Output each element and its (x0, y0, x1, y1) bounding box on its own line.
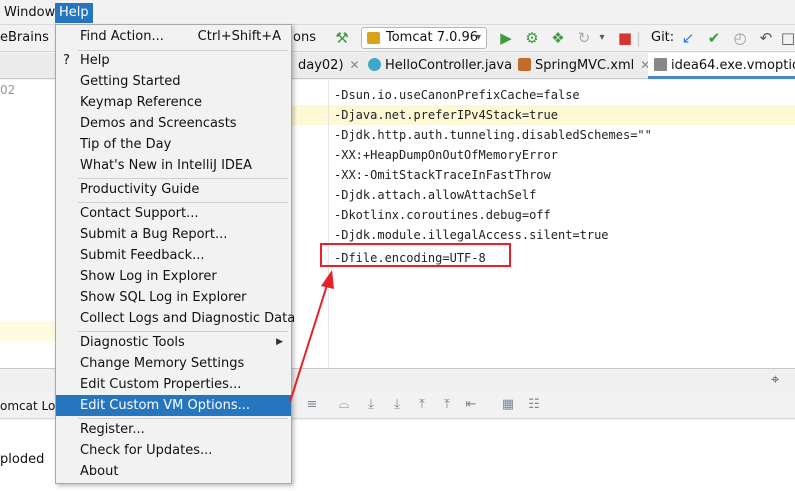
menu-item-check-updates[interactable]: Check for Updates... (56, 440, 291, 461)
git-update-icon[interactable]: ↙ (679, 29, 697, 47)
menu-window[interactable]: Window (0, 3, 59, 23)
breadcrumb-project[interactable]: eBrains (0, 30, 49, 45)
menu-item-whats-new[interactable]: What's New in IntelliJ IDEA (56, 155, 291, 176)
tab-label: day02) (298, 58, 344, 73)
upload-alt-icon[interactable]: ⤒ (439, 397, 455, 413)
settings-target-icon[interactable]: ⌖ (771, 371, 787, 387)
tab-label: HelloController.java (385, 58, 512, 73)
code-line: -Dkotlinx.coroutines.debug=off (334, 208, 551, 222)
run-config-select[interactable]: Tomcat 7.0.96 ▾ (361, 27, 487, 49)
toolbar-divider: | (636, 29, 642, 47)
menu-item-keymap-reference[interactable]: Keymap Reference (56, 92, 291, 113)
git-rollback-icon[interactable]: ↶ (757, 29, 775, 47)
menu-item-collect-logs[interactable]: Collect Logs and Diagnostic Data (56, 308, 295, 329)
git-history-icon[interactable]: ◴ (731, 29, 749, 47)
close-icon[interactable]: ✕ (350, 58, 360, 72)
git-label: Git: (651, 30, 675, 45)
code-line: -XX:+HeapDumpOnOutOfMemoryError (334, 148, 558, 162)
profile-icon[interactable]: ↻ (575, 29, 593, 47)
left-highlight (0, 321, 55, 341)
menu-item-label: Help (80, 53, 110, 68)
shortcut-label: Ctrl+Shift+A (197, 29, 281, 44)
git-more-icon[interactable]: □ (779, 29, 795, 47)
tab-vmoptions[interactable]: idea64.exe.vmoptions (648, 53, 795, 79)
menu-item-find-action[interactable]: Find Action... Ctrl+Shift+A (56, 26, 291, 47)
file-icon (654, 58, 667, 71)
menu-item-show-log[interactable]: Show Log in Explorer (56, 266, 291, 287)
help-menu: Find Action... Ctrl+Shift+A ? Help Getti… (55, 24, 295, 484)
coverage-icon[interactable]: ❖ (549, 29, 567, 47)
log-fragment: ploded (0, 452, 45, 467)
run-config-label: Tomcat 7.0.96 (386, 30, 479, 45)
gutter-highlight (292, 105, 328, 125)
code-line: -Djdk.http.auth.tunneling.disabledScheme… (334, 128, 652, 142)
menu-item-productivity-guide[interactable]: Productivity Guide (56, 179, 291, 200)
download-icon[interactable]: ⤓ (363, 397, 379, 413)
code-line: -Dsun.io.useCanonPrefixCache=false (334, 88, 580, 102)
menu-item-change-memory[interactable]: Change Memory Settings (56, 353, 291, 374)
menu-item-label: Diagnostic Tools (80, 335, 185, 350)
menu-item-tip-of-day[interactable]: Tip of the Day (56, 134, 291, 155)
hammer-icon[interactable]: ⚒ (333, 29, 351, 47)
menu-item-show-sql-log[interactable]: Show SQL Log in Explorer (56, 287, 291, 308)
menu-help[interactable]: Help (55, 3, 93, 23)
download-alt-icon[interactable]: ⤓ (389, 397, 405, 413)
code-line: -XX:-OmitStackTraceInFastThrow (334, 168, 551, 182)
upload-icon[interactable]: ⤒ (414, 397, 430, 413)
table-icon[interactable]: ▦ (500, 397, 516, 413)
menu-item-submit-bug[interactable]: Submit a Bug Report... (56, 224, 291, 245)
menu-item-label: Find Action... (80, 29, 164, 44)
menu-item-demos[interactable]: Demos and Screencasts (56, 113, 291, 134)
submenu-arrow-icon: ▶ (276, 337, 283, 347)
menu-item-edit-custom-vm-options[interactable]: Edit Custom VM Options... (56, 395, 291, 416)
menu-item-contact-support[interactable]: Contact Support... (56, 203, 291, 224)
tab-label: idea64.exe.vmoptions (671, 58, 795, 73)
gutter-fragment: 02 (0, 83, 16, 97)
annotation-box (320, 243, 511, 267)
stop-icon[interactable]: ■ (616, 29, 634, 47)
tab-hellocontroller[interactable]: HelloController.java✕ (362, 53, 512, 79)
grid-icon[interactable]: ☷ (526, 397, 542, 413)
tomcat-icon (367, 32, 380, 44)
xml-icon (518, 58, 531, 71)
question-icon: ? (63, 53, 70, 68)
code-line: -Djdk.module.illegalAccess.silent=true (334, 228, 609, 242)
code-line: -Djdk.attach.allowAttachSelf (334, 188, 537, 202)
code-line: -Djava.net.preferIPv4Stack=true (334, 108, 558, 122)
menu-item-register[interactable]: Register... (56, 419, 291, 440)
close-icon[interactable]: ✕ (640, 58, 648, 72)
tab-springmvc[interactable]: SpringMVC.xml ✕ (512, 53, 648, 79)
menu-item-edit-custom-properties[interactable]: Edit Custom Properties... (56, 374, 291, 395)
menu-item-diagnostic-tools[interactable]: Diagnostic Tools ▶ (56, 332, 291, 353)
expand-icon[interactable]: ⇤ (463, 397, 479, 413)
tab-label: SpringMVC.xml (535, 58, 635, 73)
align-icon[interactable]: ≡ (304, 397, 320, 413)
tab-day02[interactable]: day02) ✕ (292, 53, 362, 79)
chevron-down-icon: ▾ (475, 32, 481, 43)
menu-item-getting-started[interactable]: Getting Started (56, 71, 291, 92)
debug-icon[interactable]: ⚙ (523, 29, 541, 47)
collapse-icon[interactable]: ⌓ (336, 397, 352, 413)
run-icon[interactable]: ▶ (497, 29, 515, 47)
menu-item-about[interactable]: About (56, 461, 291, 482)
menu-item-submit-feedback[interactable]: Submit Feedback... (56, 245, 291, 266)
git-commit-icon[interactable]: ✔ (705, 29, 723, 47)
menu-item-help[interactable]: ? Help (56, 50, 291, 71)
code-editor[interactable]: -Dsun.io.useCanonPrefixCache=false -Djav… (328, 80, 795, 368)
menu-bar: Window Help (0, 0, 795, 25)
toolbar-fragment[interactable]: ons (293, 30, 316, 45)
class-icon (368, 58, 381, 71)
profile-dropdown-icon[interactable]: ▾ (593, 29, 611, 47)
